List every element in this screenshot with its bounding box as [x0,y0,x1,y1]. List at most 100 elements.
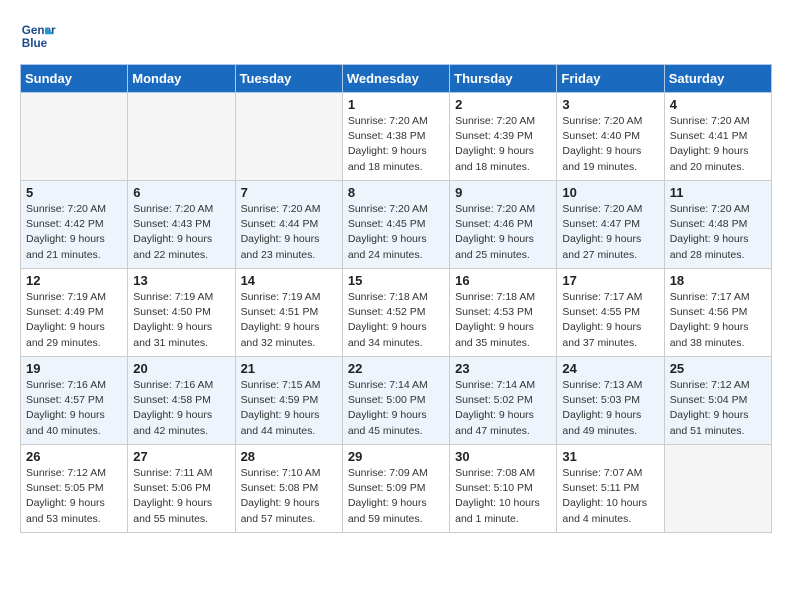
day-info: Sunrise: 7:20 AM Sunset: 4:43 PM Dayligh… [133,202,229,263]
day-number: 15 [348,273,444,288]
calendar-cell: 19 Sunrise: 7:16 AM Sunset: 4:57 PM Dayli… [21,357,128,445]
calendar-cell [21,93,128,181]
calendar-cell: 16 Sunrise: 7:18 AM Sunset: 4:53 PM Dayli… [450,269,557,357]
calendar-cell [128,93,235,181]
day-info: Sunrise: 7:18 AM Sunset: 4:52 PM Dayligh… [348,290,444,351]
calendar-cell: 20 Sunrise: 7:16 AM Sunset: 4:58 PM Dayli… [128,357,235,445]
day-info: Sunrise: 7:16 AM Sunset: 4:58 PM Dayligh… [133,378,229,439]
calendar-cell: 10 Sunrise: 7:20 AM Sunset: 4:47 PM Dayli… [557,181,664,269]
day-number: 22 [348,361,444,376]
logo-icon: General Blue [20,18,56,54]
day-number: 2 [455,97,551,112]
calendar-cell: 12 Sunrise: 7:19 AM Sunset: 4:49 PM Dayli… [21,269,128,357]
day-info: Sunrise: 7:19 AM Sunset: 4:51 PM Dayligh… [241,290,337,351]
calendar-cell [235,93,342,181]
day-number: 16 [455,273,551,288]
calendar-week-1: 5 Sunrise: 7:20 AM Sunset: 4:42 PM Daylig… [21,181,772,269]
calendar-cell: 31Sunrise: 7:07 AM Sunset: 5:11 PM Dayli… [557,445,664,533]
calendar-cell: 1 Sunrise: 7:20 AM Sunset: 4:38 PM Daylig… [342,93,449,181]
weekday-header-wednesday: Wednesday [342,65,449,93]
day-info: Sunrise: 7:10 AM Sunset: 5:08 PM Dayligh… [241,466,337,527]
day-info: Sunrise: 7:20 AM Sunset: 4:47 PM Dayligh… [562,202,658,263]
day-info: Sunrise: 7:14 AM Sunset: 5:00 PM Dayligh… [348,378,444,439]
day-number: 31 [562,449,658,464]
calendar-cell: 22 Sunrise: 7:14 AM Sunset: 5:00 PM Dayli… [342,357,449,445]
calendar-cell: 23Sunrise: 7:14 AM Sunset: 5:02 PM Dayli… [450,357,557,445]
calendar-week-2: 12 Sunrise: 7:19 AM Sunset: 4:49 PM Dayli… [21,269,772,357]
calendar-cell: 7 Sunrise: 7:20 AM Sunset: 4:44 PM Daylig… [235,181,342,269]
day-number: 26 [26,449,122,464]
day-number: 17 [562,273,658,288]
day-number: 5 [26,185,122,200]
day-info: Sunrise: 7:11 AM Sunset: 5:06 PM Dayligh… [133,466,229,527]
day-number: 13 [133,273,229,288]
day-info: Sunrise: 7:20 AM Sunset: 4:41 PM Dayligh… [670,114,766,175]
calendar-week-4: 26 Sunrise: 7:12 AM Sunset: 5:05 PM Dayli… [21,445,772,533]
day-info: Sunrise: 7:17 AM Sunset: 4:56 PM Dayligh… [670,290,766,351]
calendar-cell: 17 Sunrise: 7:17 AM Sunset: 4:55 PM Dayli… [557,269,664,357]
day-info: Sunrise: 7:20 AM Sunset: 4:38 PM Dayligh… [348,114,444,175]
day-number: 8 [348,185,444,200]
calendar-week-0: 1 Sunrise: 7:20 AM Sunset: 4:38 PM Daylig… [21,93,772,181]
day-info: Sunrise: 7:08 AM Sunset: 5:10 PM Dayligh… [455,466,551,527]
calendar-cell: 5 Sunrise: 7:20 AM Sunset: 4:42 PM Daylig… [21,181,128,269]
calendar-cell: 21Sunrise: 7:15 AM Sunset: 4:59 PM Dayli… [235,357,342,445]
day-info: Sunrise: 7:19 AM Sunset: 4:49 PM Dayligh… [26,290,122,351]
calendar-cell: 9 Sunrise: 7:20 AM Sunset: 4:46 PM Daylig… [450,181,557,269]
svg-text:Blue: Blue [22,37,48,50]
logo: General Blue [20,18,60,54]
day-number: 12 [26,273,122,288]
day-number: 21 [241,361,337,376]
day-info: Sunrise: 7:20 AM Sunset: 4:48 PM Dayligh… [670,202,766,263]
day-number: 7 [241,185,337,200]
day-number: 4 [670,97,766,112]
calendar-cell: 15 Sunrise: 7:18 AM Sunset: 4:52 PM Dayli… [342,269,449,357]
day-number: 23 [455,361,551,376]
day-info: Sunrise: 7:20 AM Sunset: 4:42 PM Dayligh… [26,202,122,263]
calendar-cell: 26 Sunrise: 7:12 AM Sunset: 5:05 PM Dayli… [21,445,128,533]
day-info: Sunrise: 7:18 AM Sunset: 4:53 PM Dayligh… [455,290,551,351]
day-info: Sunrise: 7:20 AM Sunset: 4:44 PM Dayligh… [241,202,337,263]
calendar-cell: 14 Sunrise: 7:19 AM Sunset: 4:51 PM Dayli… [235,269,342,357]
day-number: 18 [670,273,766,288]
day-info: Sunrise: 7:20 AM Sunset: 4:45 PM Dayligh… [348,202,444,263]
day-number: 3 [562,97,658,112]
day-number: 20 [133,361,229,376]
day-number: 10 [562,185,658,200]
day-info: Sunrise: 7:20 AM Sunset: 4:39 PM Dayligh… [455,114,551,175]
day-number: 9 [455,185,551,200]
day-number: 1 [348,97,444,112]
day-info: Sunrise: 7:17 AM Sunset: 4:55 PM Dayligh… [562,290,658,351]
weekday-header-sunday: Sunday [21,65,128,93]
weekday-header-tuesday: Tuesday [235,65,342,93]
calendar-cell: 27 Sunrise: 7:11 AM Sunset: 5:06 PM Dayli… [128,445,235,533]
day-info: Sunrise: 7:19 AM Sunset: 4:50 PM Dayligh… [133,290,229,351]
day-number: 11 [670,185,766,200]
day-info: Sunrise: 7:20 AM Sunset: 4:40 PM Dayligh… [562,114,658,175]
calendar-cell: 6 Sunrise: 7:20 AM Sunset: 4:43 PM Daylig… [128,181,235,269]
weekday-header-monday: Monday [128,65,235,93]
calendar-cell: 25 Sunrise: 7:12 AM Sunset: 5:04 PM Dayli… [664,357,771,445]
day-info: Sunrise: 7:13 AM Sunset: 5:03 PM Dayligh… [562,378,658,439]
header: General Blue [20,18,772,54]
day-number: 27 [133,449,229,464]
calendar-header-row: SundayMondayTuesdayWednesdayThursdayFrid… [21,65,772,93]
day-number: 24 [562,361,658,376]
day-number: 28 [241,449,337,464]
calendar-cell: 4 Sunrise: 7:20 AM Sunset: 4:41 PM Daylig… [664,93,771,181]
calendar-cell: 8 Sunrise: 7:20 AM Sunset: 4:45 PM Daylig… [342,181,449,269]
day-number: 6 [133,185,229,200]
day-info: Sunrise: 7:16 AM Sunset: 4:57 PM Dayligh… [26,378,122,439]
weekday-header-friday: Friday [557,65,664,93]
day-number: 30 [455,449,551,464]
calendar-week-3: 19 Sunrise: 7:16 AM Sunset: 4:57 PM Dayli… [21,357,772,445]
weekday-header-thursday: Thursday [450,65,557,93]
calendar-cell: 28 Sunrise: 7:10 AM Sunset: 5:08 PM Dayli… [235,445,342,533]
day-number: 19 [26,361,122,376]
day-number: 25 [670,361,766,376]
day-info: Sunrise: 7:12 AM Sunset: 5:04 PM Dayligh… [670,378,766,439]
day-info: Sunrise: 7:20 AM Sunset: 4:46 PM Dayligh… [455,202,551,263]
calendar-cell: 29Sunrise: 7:09 AM Sunset: 5:09 PM Dayli… [342,445,449,533]
day-info: Sunrise: 7:12 AM Sunset: 5:05 PM Dayligh… [26,466,122,527]
day-number: 14 [241,273,337,288]
